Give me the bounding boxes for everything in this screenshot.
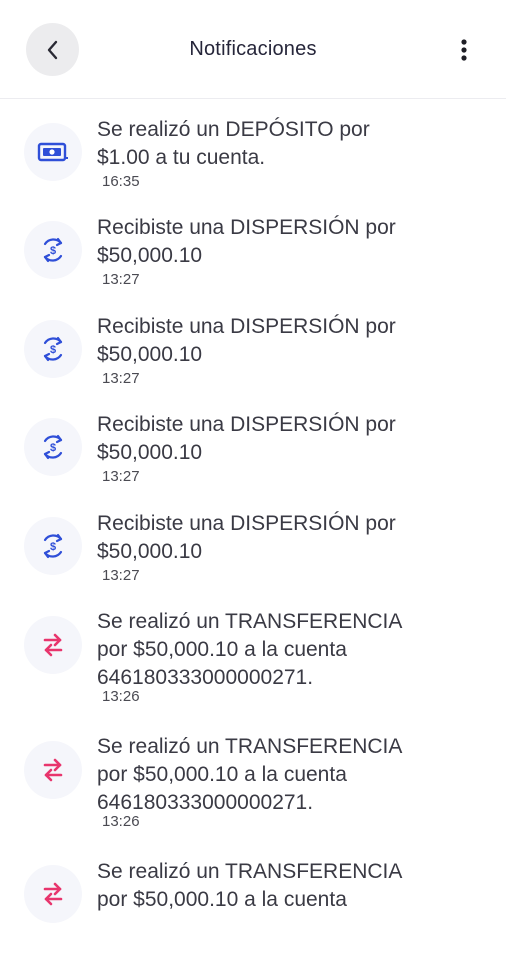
notification-time: 13:26	[102, 813, 140, 830]
notification-icon-container	[24, 865, 82, 923]
notification-message: Recibiste una DISPERSIÓN por $50,000.10	[97, 411, 497, 467]
notification-message: Recibiste una DISPERSIÓN por $50,000.10	[97, 313, 497, 369]
notification-message-line: Recibiste una DISPERSIÓN por	[97, 315, 396, 338]
notification-item[interactable]: Se realizó un TRANSFERENCIA por $50,000.1…	[0, 590, 506, 715]
more-vertical-icon	[461, 39, 467, 61]
notification-message: Se realizó un TRANSFERENCIA por $50,000.1…	[97, 733, 497, 817]
notification-time: 13:26	[102, 688, 140, 705]
page-title: Notificaciones	[189, 38, 317, 60]
dollar-cycle-icon: $	[39, 334, 67, 364]
notification-message: Recibiste una DISPERSIÓN por $50,000.10	[97, 510, 497, 566]
notification-item[interactable]: Se realizó un TRANSFERENCIA por $50,000.1…	[0, 840, 506, 965]
notification-message-line: $50,000.10	[97, 343, 203, 366]
notification-message-line: $50,000.10	[97, 540, 203, 563]
transfer-arrows-icon	[41, 757, 65, 783]
notification-icon-container: $	[24, 517, 82, 575]
notification-time: 16:35	[102, 173, 140, 190]
notification-icon-container: $	[24, 221, 82, 279]
cash-icon	[37, 141, 69, 163]
notification-item[interactable]: Se realizó un TRANSFERENCIA por $50,000.1…	[0, 715, 506, 840]
transfer-arrows-icon	[41, 632, 65, 658]
notification-message-line: $50,000.10	[97, 244, 203, 267]
notification-message-line: 646180333000000271.	[97, 791, 314, 814]
notification-message-line: por $50,000.10 a la cuenta	[97, 763, 347, 786]
svg-text:$: $	[50, 245, 56, 257]
dollar-cycle-icon: $	[39, 432, 67, 462]
notification-message-line: por $50,000.10 a la cuenta	[97, 638, 347, 661]
notification-message-line: $50,000.10	[97, 441, 203, 464]
notification-icon-container	[24, 123, 82, 181]
notification-time: 13:27	[102, 468, 140, 485]
app-header: Notificaciones	[0, 0, 506, 99]
notification-message: Recibiste una DISPERSIÓN por $50,000.10	[97, 214, 497, 270]
notification-message: Se realizó un DEPÓSITO por $1.00 a tu cue…	[97, 116, 497, 172]
notification-message-line: $1.00 a tu cuenta.	[97, 146, 266, 169]
notification-icon-container	[24, 741, 82, 799]
notification-message-line: Recibiste una DISPERSIÓN por	[97, 413, 396, 436]
notification-message-line: Recibiste una DISPERSIÓN por	[97, 512, 396, 535]
more-options-button[interactable]	[448, 30, 480, 70]
notification-icon-container	[24, 616, 82, 674]
notification-message-line: Se realizó un TRANSFERENCIA	[97, 860, 403, 883]
svg-text:$: $	[50, 541, 56, 553]
notification-message-line: por $50,000.10 a la cuenta	[97, 888, 347, 911]
notification-message-line: Recibiste una DISPERSIÓN por	[97, 216, 396, 239]
notification-message: Se realizó un TRANSFERENCIA por $50,000.1…	[97, 858, 497, 914]
notification-icon-container: $	[24, 418, 82, 476]
notification-message-line: Se realizó un DEPÓSITO por	[97, 118, 370, 141]
notification-icon-container: $	[24, 320, 82, 378]
notification-message-line: Se realizó un TRANSFERENCIA	[97, 735, 403, 758]
notification-time: 13:27	[102, 567, 140, 584]
svg-text:$: $	[50, 344, 56, 356]
notification-message-line: Se realizó un TRANSFERENCIA	[97, 610, 403, 633]
notification-time: 13:27	[102, 271, 140, 288]
svg-text:$: $	[50, 442, 56, 454]
notification-time: 13:27	[102, 370, 140, 387]
transfer-arrows-icon	[41, 881, 65, 907]
dollar-cycle-icon: $	[39, 531, 67, 561]
notification-message-line: 646180333000000271.	[97, 666, 314, 689]
dollar-cycle-icon: $	[39, 235, 67, 265]
notification-message: Se realizó un TRANSFERENCIA por $50,000.1…	[97, 608, 497, 692]
